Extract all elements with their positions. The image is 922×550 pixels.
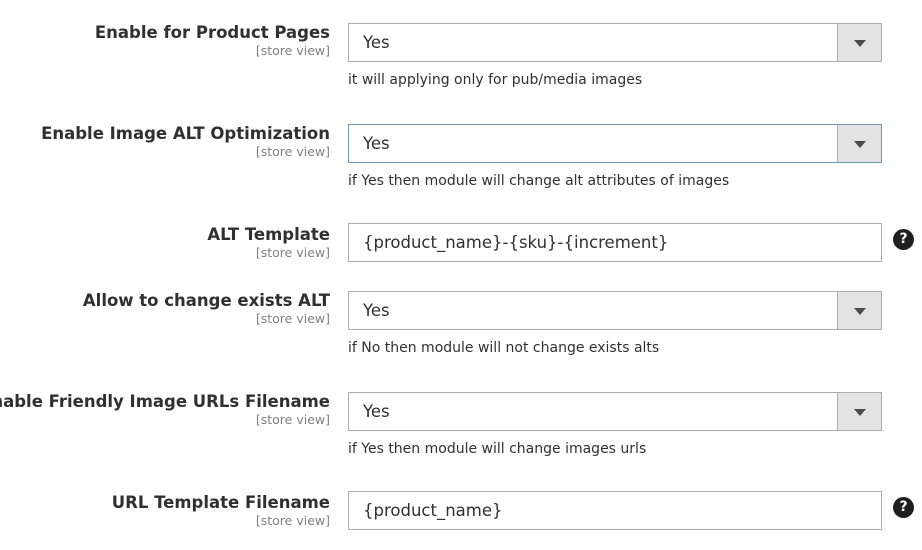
scope-label: [store view]	[255, 43, 330, 58]
chevron-down-icon	[853, 408, 866, 416]
field-note: it will applying only for pub/media imag…	[348, 72, 643, 88]
scope-label: [store view]	[255, 245, 330, 260]
scope-label: [store view]	[255, 513, 330, 528]
field-label-text: Enable Image ALT Optimization	[41, 124, 330, 143]
select-value: Yes	[363, 33, 390, 52]
field-label-text: Allow to change exists ALT	[82, 291, 330, 310]
allow-change-alt-select[interactable]: Yes	[348, 291, 882, 330]
chevron-down-icon	[853, 140, 866, 148]
field-label: Enable Image ALT Optimization [store vie…	[41, 123, 330, 160]
select-value: Yes	[363, 301, 390, 320]
chevron-down-icon	[853, 39, 866, 47]
scope-label: [store view]	[255, 412, 330, 427]
scope-label: [store view]	[255, 144, 330, 159]
select-value: Yes	[363, 134, 390, 153]
field-label: Enable for Product Pages [store view]	[95, 22, 330, 59]
select-toggle[interactable]	[837, 393, 881, 430]
field-label-text: URL Template Filename	[111, 493, 330, 512]
select-value: Yes	[363, 402, 390, 421]
field-note: if No then module will not change exists…	[348, 340, 660, 356]
field-label-text: Enable Friendly Image URLs Filename	[0, 392, 330, 411]
field-note: if Yes then module will change images ur…	[348, 441, 647, 457]
scope-label: [store view]	[255, 311, 330, 326]
enable-alt-optimization-select[interactable]: Yes	[348, 124, 882, 163]
chevron-down-icon	[853, 307, 866, 315]
select-toggle[interactable]	[837, 292, 881, 329]
field-label: Allow to change exists ALT [store view]	[83, 290, 330, 327]
field-label-text: Enable for Product Pages	[94, 23, 330, 42]
enable-product-pages-select[interactable]: Yes	[348, 23, 882, 62]
input-value: {product_name}	[363, 501, 503, 520]
input-value: {product_name}-{sku}-{increment}	[363, 233, 669, 252]
field-note: if Yes then module will change alt attri…	[348, 173, 730, 189]
select-toggle[interactable]	[837, 24, 881, 61]
question-circle-icon[interactable]: ?	[893, 497, 914, 518]
friendly-urls-select[interactable]: Yes	[348, 392, 882, 431]
field-label-text: ALT Template	[207, 225, 330, 244]
field-label: ALT Template [store view]	[207, 224, 330, 261]
field-label: URL Template Filename [store view]	[112, 492, 330, 529]
question-circle-icon[interactable]: ?	[893, 229, 914, 250]
field-label: Enable Friendly Image URLs Filename [sto…	[0, 391, 330, 428]
alt-template-input[interactable]: {product_name}-{sku}-{increment}	[348, 223, 882, 262]
url-template-input[interactable]: {product_name}	[348, 491, 882, 530]
select-toggle[interactable]	[837, 125, 881, 162]
